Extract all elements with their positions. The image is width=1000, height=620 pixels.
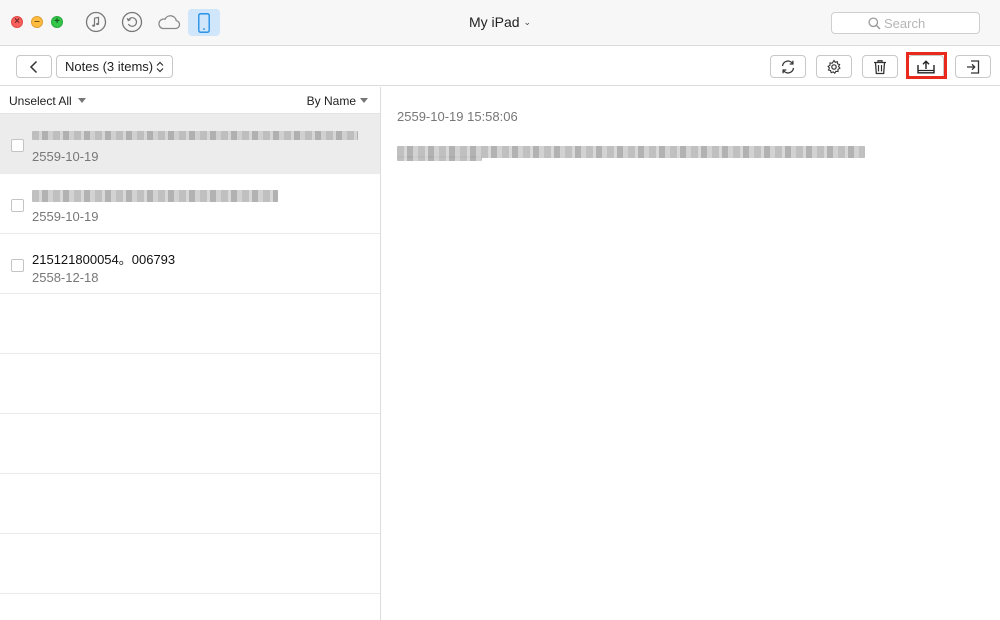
redacted-note-body-tail bbox=[397, 156, 482, 161]
note-detail-panel: 2559-10-19 15:58:06 bbox=[382, 87, 1000, 620]
empty-row bbox=[0, 354, 380, 414]
toolbar: Notes (3 items) bbox=[0, 46, 1000, 86]
item-checkbox[interactable] bbox=[11, 259, 24, 272]
close-icon: × bbox=[14, 16, 20, 27]
item-date: 2558-12-18 bbox=[32, 270, 99, 285]
notes-list-panel: Unselect All By Name 2559-10-19 2559-10-… bbox=[0, 87, 381, 620]
item-date: 2559-10-19 bbox=[32, 149, 99, 164]
device-name: My iPad bbox=[468, 14, 520, 30]
export-to-computer-icon bbox=[917, 59, 935, 73]
caret-down-icon bbox=[77, 98, 86, 103]
search-box[interactable] bbox=[831, 12, 980, 34]
chevron-left-icon bbox=[29, 60, 38, 73]
import-icon bbox=[967, 59, 980, 74]
category-select-label: Notes (3 items) bbox=[65, 59, 154, 74]
trash-icon bbox=[874, 59, 886, 74]
list-item[interactable]: 2559-10-19 bbox=[0, 114, 380, 174]
cloud-icon bbox=[158, 15, 181, 30]
item-date: 2559-10-19 bbox=[32, 209, 99, 224]
minimize-window-button[interactable]: – bbox=[31, 16, 43, 28]
maximize-icon: + bbox=[54, 16, 60, 27]
search-input[interactable] bbox=[884, 15, 974, 31]
chevron-down-icon: ⌄ bbox=[523, 17, 532, 27]
caret-down-icon bbox=[360, 98, 368, 103]
select-toggle-dropdown[interactable]: Unselect All bbox=[9, 94, 86, 108]
search-icon bbox=[868, 17, 881, 30]
import-button[interactable] bbox=[955, 55, 991, 78]
minimize-icon: – bbox=[34, 16, 40, 27]
export-to-computer-button[interactable] bbox=[908, 55, 944, 78]
empty-row bbox=[0, 474, 380, 534]
delete-button[interactable] bbox=[862, 55, 898, 78]
music-note-icon bbox=[85, 11, 107, 33]
list-item[interactable]: 215121800054。006793 2558-12-18 bbox=[0, 234, 380, 294]
empty-row bbox=[0, 414, 380, 474]
list-item[interactable]: 2559-10-19 bbox=[0, 174, 380, 234]
settings-button[interactable] bbox=[816, 55, 852, 78]
back-button[interactable] bbox=[16, 55, 52, 78]
music-button[interactable] bbox=[84, 10, 108, 34]
redacted-title bbox=[32, 131, 358, 140]
item-checkbox[interactable] bbox=[11, 199, 24, 212]
device-button[interactable] bbox=[188, 9, 220, 36]
backup-history-button[interactable] bbox=[120, 10, 144, 34]
history-icon bbox=[121, 11, 143, 33]
item-checkbox[interactable] bbox=[11, 139, 24, 152]
close-window-button[interactable]: × bbox=[11, 16, 23, 28]
item-title: 215121800054。006793 bbox=[32, 252, 176, 267]
empty-row bbox=[0, 534, 380, 594]
empty-row bbox=[0, 294, 380, 354]
up-down-arrows-icon bbox=[156, 61, 164, 73]
note-date: 2559-10-19 15:58:06 bbox=[397, 109, 518, 124]
ipad-device-icon bbox=[198, 12, 210, 33]
device-selector[interactable]: My iPad ⌄ bbox=[469, 0, 531, 44]
sort-label: By Name bbox=[306, 94, 356, 108]
select-toggle-label: Unselect All bbox=[9, 94, 72, 108]
title-bar: × – + My iPad ⌄ bbox=[0, 0, 1000, 46]
gear-icon bbox=[827, 59, 841, 74]
refresh-button[interactable] bbox=[770, 55, 806, 78]
maximize-window-button[interactable]: + bbox=[51, 16, 63, 28]
list-header: Unselect All By Name bbox=[0, 87, 380, 114]
sort-dropdown[interactable]: By Name bbox=[307, 94, 368, 108]
redacted-title bbox=[32, 190, 278, 202]
icloud-button[interactable] bbox=[155, 10, 183, 34]
refresh-icon bbox=[781, 59, 795, 74]
category-select[interactable]: Notes (3 items) bbox=[56, 55, 173, 78]
